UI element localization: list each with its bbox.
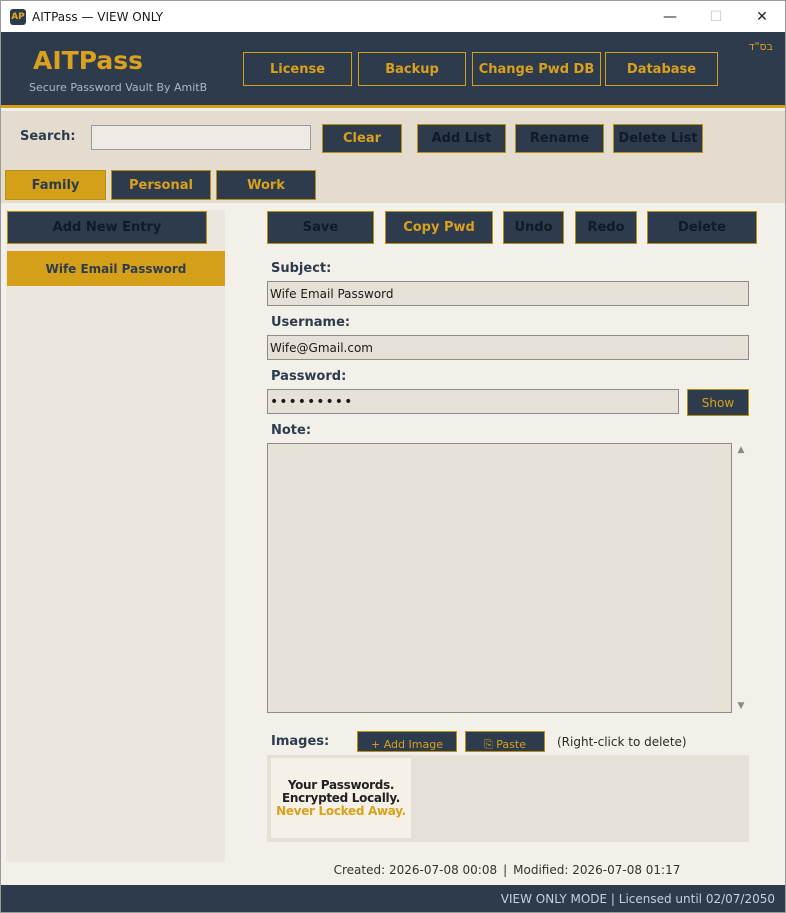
date-separator: |	[503, 863, 508, 877]
app-subtitle: Secure Password Vault By AmitB	[29, 81, 208, 94]
note-label: Note:	[271, 423, 312, 438]
subject-field[interactable]: Wife Email Password	[267, 281, 749, 306]
images-label: Images:	[271, 734, 330, 749]
tab-personal[interactable]: Personal	[111, 170, 211, 200]
list-tabs: Family Personal Work	[1, 165, 785, 203]
entry-dates: Created: 2026-07-08 00:08 | Modified: 2026…	[1, 863, 785, 877]
app-header: AITPass Secure Password Vault By AmitB L…	[1, 32, 785, 108]
tab-family[interactable]: Family	[5, 170, 106, 200]
window-title: AITPass — VIEW ONLY	[32, 9, 164, 24]
title-bar: AP AITPass — VIEW ONLY — ☐ ✕	[1, 1, 785, 32]
entry-list-panel: Add New Entry Wife Email Password	[6, 210, 225, 862]
maximize-button[interactable]: ☐	[693, 1, 739, 32]
password-label: Password:	[271, 369, 347, 384]
tab-work[interactable]: Work	[216, 170, 316, 200]
status-text: VIEW ONLY MODE | Licensed until 02/07/20…	[500, 892, 775, 906]
save-button[interactable]: Save	[267, 211, 374, 244]
thumb-text-line: Never Locked Away.	[276, 803, 406, 818]
minimize-button[interactable]: —	[647, 1, 693, 32]
database-button[interactable]: Database	[605, 52, 718, 86]
close-button[interactable]: ✕	[739, 1, 785, 32]
undo-button[interactable]: Undo	[503, 211, 564, 244]
note-scrollbar[interactable]: ▲ ▼	[734, 443, 748, 713]
list-item[interactable]: Wife Email Password	[7, 251, 225, 286]
note-textarea[interactable]	[267, 443, 732, 713]
redo-button[interactable]: Redo	[575, 211, 637, 244]
delete-button[interactable]: Delete	[647, 211, 757, 244]
add-list-button[interactable]: Add List	[417, 124, 506, 153]
clear-button[interactable]: Clear	[322, 124, 402, 153]
scroll-up-icon[interactable]: ▲	[734, 443, 748, 457]
thumb-text-line: Your Passwords.	[287, 777, 395, 792]
username-field[interactable]: Wife@Gmail.com	[267, 335, 749, 360]
change-pwd-db-button[interactable]: Change Pwd DB	[472, 52, 601, 86]
delete-list-button[interactable]: Delete List	[613, 124, 703, 153]
image-thumbnail[interactable]: Your Passwords. Encrypted Locally. Never…	[271, 758, 411, 838]
app-window: AP AITPass — VIEW ONLY — ☐ ✕ AITPass Sec…	[0, 0, 786, 913]
username-label: Username:	[271, 315, 351, 330]
modified-date: Modified: 2026-07-08 01:17	[513, 863, 681, 877]
app-name: AITPass	[33, 46, 143, 75]
search-label: Search:	[20, 129, 76, 144]
app-logo-icon: AP	[10, 8, 26, 25]
add-image-button[interactable]: + Add Image	[357, 731, 457, 752]
copy-pwd-button[interactable]: Copy Pwd	[385, 211, 493, 244]
images-hint: (Right-click to delete)	[557, 735, 687, 749]
backup-button[interactable]: Backup	[358, 52, 466, 86]
password-field[interactable]: •••••••••	[267, 389, 679, 414]
add-new-entry-button[interactable]: Add New Entry	[7, 211, 207, 244]
window-controls: — ☐ ✕	[647, 1, 785, 32]
paste-image-button[interactable]: ⎘ Paste	[465, 731, 545, 752]
search-input[interactable]	[91, 125, 311, 150]
rename-button[interactable]: Rename	[515, 124, 604, 153]
show-password-button[interactable]: Show	[687, 389, 749, 416]
status-bar: VIEW ONLY MODE | Licensed until 02/07/20…	[1, 885, 785, 912]
subject-label: Subject:	[271, 261, 332, 276]
bsd-label: בס"ד	[748, 40, 773, 53]
scroll-down-icon[interactable]: ▼	[734, 699, 748, 713]
license-button[interactable]: License	[243, 52, 352, 86]
thumb-text-line: Encrypted Locally.	[281, 790, 401, 805]
toolbar: Search: Clear Add List Rename Delete Lis…	[1, 111, 785, 165]
created-date: Created: 2026-07-08 00:08	[333, 863, 498, 877]
